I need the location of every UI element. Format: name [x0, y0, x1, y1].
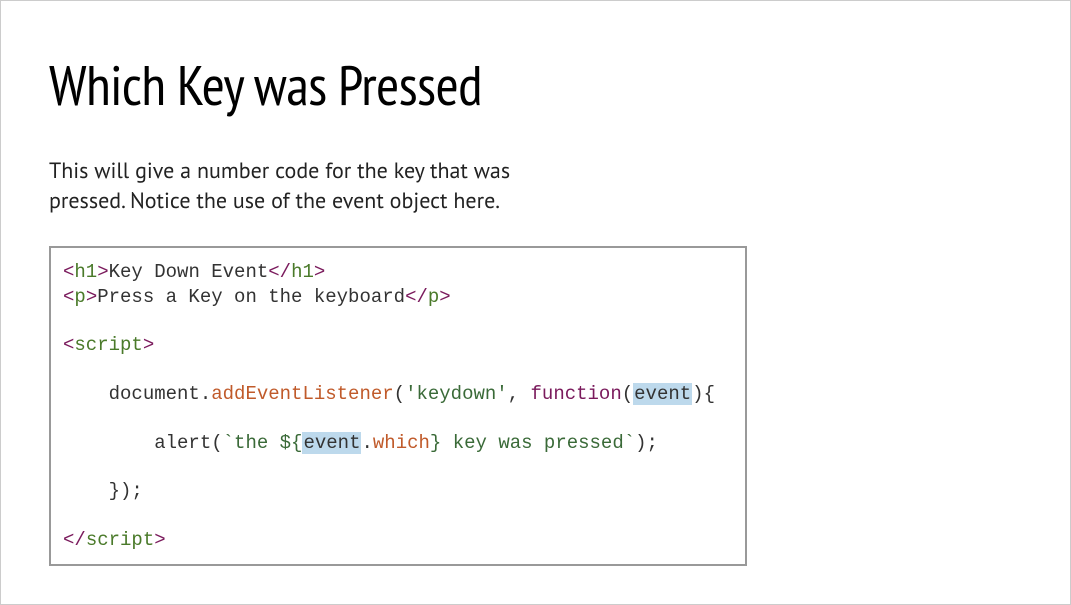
code-token: </	[405, 286, 428, 308]
code-token: >	[143, 334, 154, 356]
code-token: <	[63, 261, 74, 283]
code-token: document.	[109, 383, 212, 405]
code-token: ,	[508, 383, 531, 405]
code-token: (	[394, 383, 405, 405]
code-token: h1	[291, 261, 314, 283]
code-token: Key Down Event	[109, 261, 269, 283]
code-token: </	[63, 529, 86, 551]
code-token: )	[692, 383, 703, 405]
code-token: </	[268, 261, 291, 283]
code-token: h1	[74, 261, 97, 283]
code-token	[63, 432, 154, 454]
code-token: >	[86, 286, 97, 308]
code-token: Press a Key on the keyboard	[97, 286, 405, 308]
code-token: alert(	[154, 432, 222, 454]
code-token: >	[314, 261, 325, 283]
page-title: Which Key was Pressed	[49, 49, 1022, 121]
code-block: <h1>Key Down Event</h1> <p>Press a Key o…	[49, 246, 747, 566]
code-token-highlighted: event	[302, 432, 361, 454]
code-token	[63, 383, 109, 405]
description-text: This will give a number code for the key…	[49, 157, 529, 216]
code-token: .	[361, 432, 372, 454]
code-token: >	[97, 261, 108, 283]
code-token: which	[373, 432, 430, 454]
code-token: p	[428, 286, 439, 308]
code-token: script	[74, 334, 142, 356]
code-token: >	[154, 529, 165, 551]
code-token: addEventListener	[211, 383, 393, 405]
code-token: (	[622, 383, 633, 405]
code-token: 'keydown'	[405, 383, 508, 405]
code-token: script	[86, 529, 154, 551]
code-token: {	[704, 383, 715, 405]
code-token: `the ${	[223, 432, 303, 454]
code-token: );	[635, 432, 658, 454]
code-token: } key was pressed`	[430, 432, 635, 454]
code-token: function	[531, 383, 622, 405]
code-token: p	[74, 286, 85, 308]
code-token: <	[63, 334, 74, 356]
code-token-highlighted: event	[633, 383, 692, 405]
code-token: });	[109, 480, 143, 502]
code-token: <	[63, 286, 74, 308]
code-token: >	[439, 286, 450, 308]
code-token	[63, 480, 109, 502]
